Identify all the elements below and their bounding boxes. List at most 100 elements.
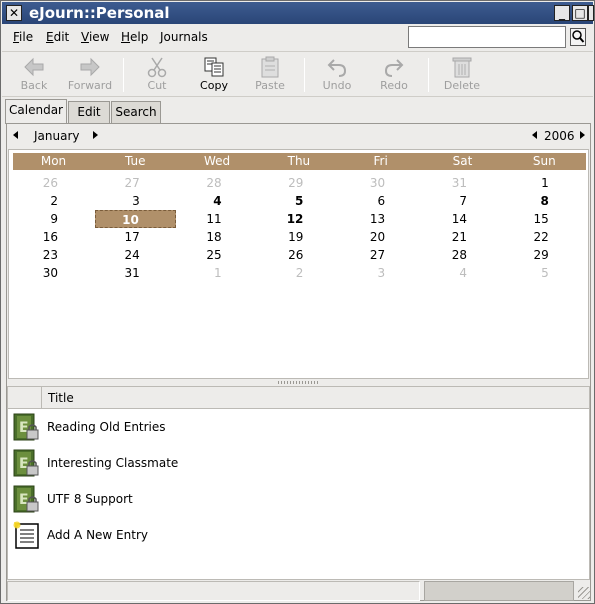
day-cell-other-month[interactable]: 4 — [422, 264, 503, 282]
menu-view[interactable]: View — [81, 29, 109, 45]
day-cell[interactable]: 1 — [504, 174, 585, 192]
day-cell[interactable]: 25 — [177, 246, 258, 264]
weekday-header: Mon Tue Wed Thu Fri Sat Sun — [13, 153, 586, 170]
paste-button[interactable]: Paste — [242, 54, 298, 96]
locked-entry-icon: E — [12, 484, 40, 517]
menu-journals[interactable]: Journals — [160, 29, 208, 45]
new-entry-icon — [12, 520, 40, 553]
close-button[interactable] — [588, 5, 594, 21]
day-cell[interactable]: 18 — [177, 228, 258, 246]
forward-arrow-icon — [80, 57, 100, 77]
day-cell[interactable]: 31 — [95, 264, 176, 282]
icon-column-header[interactable] — [8, 387, 42, 408]
day-cell[interactable]: 24 — [95, 246, 176, 264]
day-cell[interactable]: 20 — [340, 228, 421, 246]
toolbar: Back Forward Cut Copy Paste Undo Redo De… — [2, 51, 593, 97]
list-item[interactable]: E Reading Old Entries — [8, 410, 589, 446]
progress-bar — [424, 581, 574, 601]
search-button[interactable] — [570, 28, 586, 46]
day-cell[interactable]: 5 — [258, 192, 339, 210]
redo-icon — [384, 59, 404, 77]
cut-button[interactable]: Cut — [129, 54, 185, 96]
day-cell-other-month[interactable]: 29 — [258, 174, 339, 192]
weekday-label: Thu — [287, 154, 311, 168]
day-cell[interactable]: 22 — [504, 228, 585, 246]
locked-entry-icon: E — [12, 448, 40, 481]
day-cell[interactable]: 16 — [13, 228, 94, 246]
day-cell[interactable]: 28 — [422, 246, 503, 264]
redo-button[interactable]: Redo — [366, 54, 422, 96]
day-cell-other-month[interactable]: 2 — [258, 264, 339, 282]
day-cell[interactable]: 4 — [177, 192, 258, 210]
list-item[interactable]: Add A New Entry — [8, 518, 589, 554]
list-header: Title — [8, 387, 589, 409]
day-cell[interactable]: 19 — [258, 228, 339, 246]
next-year-icon[interactable] — [580, 131, 585, 139]
next-month-icon[interactable] — [93, 131, 98, 139]
splitter-grip[interactable] — [278, 381, 320, 384]
day-cell[interactable]: 26 — [258, 246, 339, 264]
entry-title: Reading Old Entries — [47, 420, 166, 434]
tab-search[interactable]: Search — [111, 101, 161, 123]
day-cell-other-month[interactable]: 27 — [95, 174, 176, 192]
day-cell[interactable]: 12 — [258, 210, 339, 228]
day-cell-other-month[interactable]: 30 — [340, 174, 421, 192]
title-bar[interactable]: ✕ eJourn::Personal _ □ — [2, 2, 593, 24]
year-label: 2006 — [544, 129, 575, 143]
weekday-label: Tue — [125, 154, 146, 168]
day-cell-other-month[interactable]: 26 — [13, 174, 94, 192]
prev-year-icon[interactable] — [532, 131, 537, 139]
forward-button[interactable]: Forward — [62, 54, 118, 96]
day-cell[interactable]: 23 — [13, 246, 94, 264]
title-column-header[interactable]: Title — [48, 391, 74, 405]
day-cell[interactable]: 11 — [177, 210, 258, 228]
menu-edit[interactable]: Edit — [46, 29, 69, 45]
magnifier-icon — [572, 30, 585, 43]
day-cell[interactable]: 15 — [504, 210, 585, 228]
menu-file[interactable]: File — [13, 29, 33, 45]
day-cell-other-month[interactable]: 3 — [340, 264, 421, 282]
day-cell[interactable]: 9 — [13, 210, 94, 228]
day-cell-other-month[interactable]: 5 — [504, 264, 585, 282]
day-cell-other-month[interactable]: 1 — [177, 264, 258, 282]
tab-edit[interactable]: Edit — [68, 101, 110, 123]
day-cell-other-month[interactable]: 31 — [422, 174, 503, 192]
tab-calendar[interactable]: Calendar — [5, 99, 67, 124]
back-button[interactable]: Back — [6, 54, 62, 96]
delete-button[interactable]: Delete — [434, 54, 490, 96]
prev-month-icon[interactable] — [13, 131, 18, 139]
copy-button[interactable]: Copy — [186, 54, 242, 96]
day-cell[interactable]: 27 — [340, 246, 421, 264]
entry-list: Title E Reading Old Entries E Interesting C… — [7, 386, 590, 580]
back-arrow-icon — [24, 57, 44, 77]
undo-button[interactable]: Undo — [309, 54, 365, 96]
calendar-grid: Mon Tue Wed Thu Fri Sat Sun 26 27 28 29 30 31 1 2 3 4 5 6… — [8, 149, 589, 379]
locked-entry-icon: E — [12, 412, 40, 445]
maximize-button[interactable]: □ — [572, 5, 588, 21]
day-cell[interactable]: 7 — [422, 192, 503, 210]
day-cell-selected[interactable]: 10 — [94, 210, 176, 228]
day-cell[interactable]: 30 — [13, 264, 94, 282]
day-cell[interactable]: 17 — [95, 228, 176, 246]
pane-splitter[interactable] — [7, 379, 589, 386]
list-item[interactable]: E UTF 8 Support — [8, 482, 589, 518]
day-cell[interactable]: 3 — [95, 192, 176, 210]
day-cell[interactable]: 14 — [422, 210, 503, 228]
day-cell[interactable]: 2 — [13, 192, 94, 210]
search-input[interactable] — [408, 26, 566, 48]
weekday-label: Fri — [373, 154, 388, 168]
resize-grip-icon[interactable] — [578, 587, 590, 599]
list-item[interactable]: E Interesting Classmate — [8, 446, 589, 482]
trash-icon — [452, 57, 472, 78]
day-cell[interactable]: 21 — [422, 228, 503, 246]
menu-help[interactable]: Help — [121, 29, 148, 45]
window-menu-close-icon[interactable]: ✕ — [6, 5, 22, 21]
minimize-button[interactable]: _ — [554, 5, 570, 21]
day-cell[interactable]: 13 — [340, 210, 421, 228]
day-cell-other-month[interactable]: 28 — [177, 174, 258, 192]
weekday-label: Sat — [452, 154, 473, 168]
day-cell[interactable]: 6 — [340, 192, 421, 210]
day-cell[interactable]: 29 — [504, 246, 585, 264]
day-cell[interactable]: 8 — [504, 192, 585, 210]
toolbar-separator — [123, 58, 124, 92]
